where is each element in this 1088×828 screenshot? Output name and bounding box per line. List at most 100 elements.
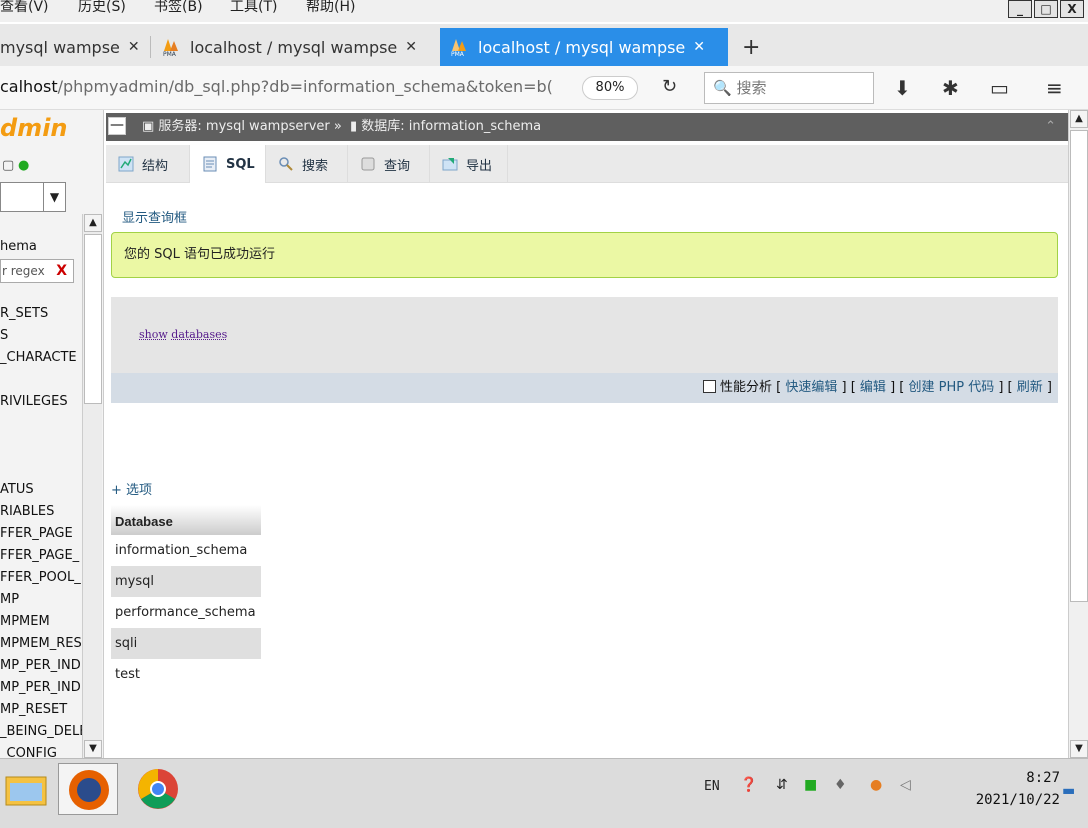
tree-item[interactable]: R_SETS [0,306,48,321]
tab-close-icon[interactable]: ✕ [693,39,705,55]
download-icon[interactable]: ⬇ [894,76,911,100]
file-explorer-icon[interactable] [0,763,60,815]
search-placeholder: 搜索 [736,79,767,97]
scroll-thumb[interactable] [1070,130,1088,602]
success-message: 您的 SQL 语句已成功运行 [111,232,1058,278]
tree-item[interactable]: MP_RESET [0,702,67,717]
menu-bookmarks[interactable]: 书签(B) [154,0,203,14]
tab-structure[interactable]: 结构 [106,145,190,183]
scroll-up-icon[interactable]: ▲ [84,214,102,232]
show-desktop-icon[interactable]: ▬ [1062,783,1075,799]
tab-1[interactable]: mysql wampse ✕ [0,28,148,66]
minimize-button[interactable]: _ [1008,0,1032,18]
tab-title: localhost / mysql wampse [478,37,686,57]
profiling-checkbox[interactable] [703,380,716,393]
tree-item[interactable]: _BEING_DELE [0,724,87,739]
tree-item[interactable]: RIVILEGES [0,394,68,409]
help-icon[interactable]: ❓ [740,777,757,793]
tree-item[interactable]: FFER_PAGE_ [0,548,79,563]
tab-label: 结构 [142,158,169,174]
menu-view[interactable]: 查看(V) [0,0,49,14]
table-row[interactable]: test [111,659,261,690]
gear-icon[interactable]: ✱ [942,76,959,100]
table-row[interactable]: sqli [111,628,261,659]
refresh-link[interactable]: 刷新 [1017,380,1043,395]
taskbar: EN ❓ ⇵ ■ ♦ ● ◁ 8:27 2021/10/22 ▬ [0,758,1088,828]
tree-item[interactable]: _CHARACTE [0,350,77,365]
tree-item[interactable]: ATUS [0,482,34,497]
tab-close-icon[interactable]: ✕ [405,39,417,55]
create-php-link[interactable]: 创建 PHP 代码 [908,380,994,395]
chrome-icon[interactable] [128,763,188,815]
tab-query[interactable]: 查询 [348,145,430,183]
db-name[interactable]: hema [0,239,37,254]
filter-input[interactable]: r regex X [0,259,74,283]
scroll-up-icon[interactable]: ▲ [1070,110,1088,128]
tab-search[interactable]: 搜索 [266,145,348,183]
maximize-button[interactable]: □ [1034,0,1058,18]
clock[interactable]: 8:27 2021/10/22 [976,767,1060,811]
table-row[interactable]: mysql [111,566,261,597]
tree-item[interactable]: MPMEM_RES [0,636,82,651]
sql-query-text[interactable]: show databases [139,328,227,341]
structure-icon [118,156,134,172]
tab-3-active[interactable]: PMA localhost / mysql wampse ✕ [440,28,728,66]
breadcrumb-db[interactable]: ▮ 数据库: information_schema [350,113,541,141]
page-scrollbar[interactable]: ▲ ▼ [1068,110,1088,758]
search-input[interactable]: 🔍 搜索 [704,72,874,104]
database-select[interactable]: ▼ [0,182,66,212]
tree-item[interactable]: FFER_PAGE [0,526,73,541]
tree-item[interactable]: RIABLES [0,504,54,519]
tab-separator [150,36,151,58]
reload-nav-icon[interactable]: ● [18,158,29,173]
close-window-button[interactable]: X [1060,0,1084,18]
menu-help[interactable]: 帮助(H) [306,0,355,14]
column-header[interactable]: Database [111,505,261,535]
clock-date: 2021/10/22 [975,792,1060,808]
new-tab-button[interactable]: + [742,28,766,66]
tree-item[interactable]: S [0,328,8,343]
sidebar-toggle-icon[interactable]: ▭ [990,76,1009,100]
tab-export[interactable]: 导出 [430,145,508,183]
network-icon[interactable]: ⇵ [776,777,788,793]
tree-item[interactable]: MP_PER_INDI [0,680,85,695]
tab-sql[interactable]: SQL [190,145,266,183]
inline-edit-link[interactable]: 快速编辑 [785,380,837,395]
search-tray-icon[interactable]: ● [870,777,882,793]
tree-item[interactable]: FFER_POOL_ [0,570,81,585]
show-query-link[interactable]: 显示查询框 [122,207,187,226]
wamp-icon[interactable]: ■ [804,777,817,793]
tree-item[interactable]: MPMEM [0,614,50,629]
tab-close-icon[interactable]: ✕ [128,39,140,55]
tab-2[interactable]: PMA localhost / mysql wampse ✕ [162,28,432,66]
options-link[interactable]: + 选项 [111,479,152,498]
menu-tools[interactable]: 工具(T) [230,0,277,14]
url-field[interactable]: calhost/phpmyadmin/db_sql.php?db=informa… [0,77,553,96]
page-settings-icon[interactable]: ⌃ [1045,113,1056,141]
svg-text:PMA: PMA [451,51,465,57]
usb-icon[interactable]: ♦ [834,777,847,793]
language-indicator[interactable]: EN [704,779,720,794]
tab-label: 导出 [466,158,493,174]
scroll-down-icon[interactable]: ▼ [84,740,102,758]
left-scrollbar[interactable]: ▲ ▼ [82,214,102,758]
reload-icon[interactable]: ↻ [662,76,677,97]
zoom-level[interactable]: 80% [582,76,638,100]
tab-strip: mysql wampse ✕ PMA localhost / mysql wam… [0,24,1088,66]
tree-item[interactable]: MP_PER_INDI [0,658,85,673]
tree-item[interactable]: MP [0,592,19,607]
firefox-icon[interactable] [58,763,118,815]
results-table: Database information_schema mysql perfor… [111,505,261,690]
menu-history[interactable]: 历史(S) [78,0,126,14]
home-icon[interactable]: ▢ [2,158,14,173]
scroll-thumb[interactable] [84,234,102,404]
volume-icon[interactable]: ◁ [900,777,911,793]
table-row[interactable]: performance_schema [111,597,261,628]
table-row[interactable]: information_schema [111,535,261,566]
breadcrumb-server[interactable]: ▣ 服务器: mysql wampserver » [142,113,342,141]
scroll-down-icon[interactable]: ▼ [1070,740,1088,758]
collapse-nav-button[interactable]: — [108,117,126,135]
clear-filter-icon[interactable]: X [56,260,67,282]
edit-link[interactable]: 编辑 [860,380,886,395]
hamburger-menu-icon[interactable]: ≡ [1046,76,1063,100]
